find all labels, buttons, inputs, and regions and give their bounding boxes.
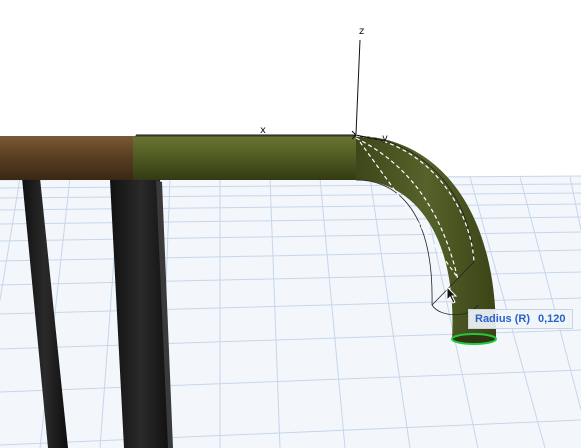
radius-tooltip[interactable]: Radius (R) 0,120 (468, 309, 573, 329)
axis-label-z: z (359, 26, 365, 37)
pipe-existing-segment[interactable] (0, 136, 135, 180)
arrow-cursor-icon (446, 285, 458, 309)
pipe-selected-segment[interactable] (133, 136, 358, 180)
axis-label-x: x (260, 125, 266, 136)
radius-value[interactable]: 0,120 (538, 313, 566, 325)
3d-viewport[interactable]: z x y Radius (R) 0,120 (0, 0, 581, 448)
pipe-end-highlight (451, 333, 497, 345)
axis-label-y: y (382, 133, 388, 144)
scene-canvas[interactable] (0, 0, 581, 448)
radius-label: Radius (R) (475, 313, 530, 325)
